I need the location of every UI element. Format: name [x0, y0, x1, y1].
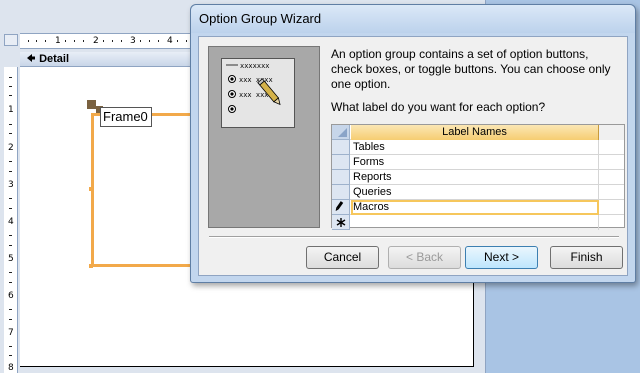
- ruler-number: 2: [8, 143, 14, 153]
- move-handle[interactable]: [87, 100, 96, 109]
- next-button[interactable]: Next >: [465, 246, 538, 269]
- ruler-number: 8: [8, 363, 14, 373]
- ruler-number: 3: [8, 180, 14, 190]
- row-selector[interactable]: [332, 155, 350, 170]
- row-selector[interactable]: [332, 140, 350, 155]
- grid-row-editing[interactable]: Macros: [332, 200, 624, 215]
- form-selector[interactable]: [4, 34, 18, 46]
- ruler-number: 6: [8, 291, 14, 301]
- grid-header-row: Label Names: [332, 125, 624, 140]
- dialog-body: xxxxxxx xxx xxxx xxx xxx An option group…: [198, 36, 628, 276]
- grid-cell[interactable]: Tables: [351, 140, 599, 155]
- ruler-number: 4: [8, 217, 14, 227]
- ruler-number: 1: [8, 105, 14, 115]
- ruler-number: 1: [55, 36, 61, 46]
- wizard-prompt: What label do you want for each option?: [331, 100, 546, 114]
- resize-handle[interactable]: [89, 264, 93, 268]
- grid-cell[interactable]: Forms: [351, 155, 599, 170]
- detail-section-label: Detail: [39, 53, 70, 65]
- dialog-title-bar[interactable]: Option Group Wizard: [191, 5, 635, 33]
- resize-handle[interactable]: [89, 187, 93, 191]
- label-names-grid[interactable]: Label Names Tables Forms Reports Queries: [331, 124, 625, 230]
- new-record-asterisk-icon: [336, 218, 346, 227]
- ruler-number: 5: [8, 254, 14, 264]
- wizard-illustration: xxxxxxx xxx xxxx xxx xxx: [208, 46, 320, 228]
- grid-row[interactable]: Queries: [332, 185, 624, 200]
- grid-cell[interactable]: [351, 215, 599, 230]
- cancel-button[interactable]: Cancel: [306, 246, 379, 269]
- section-arrow-icon: [26, 52, 36, 62]
- grid-cell[interactable]: Macros: [351, 200, 599, 215]
- column-header-label-names[interactable]: Label Names: [351, 125, 599, 140]
- corner-triangle-icon: [338, 128, 347, 137]
- grid-new-row[interactable]: [332, 215, 624, 230]
- select-all-corner[interactable]: [332, 125, 350, 140]
- grid-cell[interactable]: Queries: [351, 185, 599, 200]
- grid-row[interactable]: Reports: [332, 170, 624, 185]
- option-group-wizard-dialog: Option Group Wizard xxxxxxx xxx xxxx xxx…: [190, 4, 636, 283]
- row-selector[interactable]: [332, 215, 350, 230]
- ruler-number: 2: [93, 36, 99, 46]
- option-group-picture: xxxxxxx xxx xxxx xxx xxx: [221, 58, 295, 128]
- option-group-sample-icon: xxxxxxx xxx xxxx xxx xxx: [226, 62, 281, 113]
- grid-cell[interactable]: Reports: [351, 170, 599, 185]
- row-selector[interactable]: [332, 170, 350, 185]
- illustration-text: xxxxxxx: [240, 62, 270, 70]
- grid-row[interactable]: Forms: [332, 155, 624, 170]
- grid-header-filler: [599, 125, 624, 140]
- option-group-frame[interactable]: [91, 113, 201, 267]
- separator: [209, 236, 619, 238]
- illustration-text: xxx xxx: [239, 91, 269, 99]
- wizard-description: An option group contains a set of option…: [331, 47, 611, 91]
- ruler-number: 3: [130, 36, 136, 46]
- ruler-number: 7: [8, 328, 14, 338]
- row-selector[interactable]: [332, 185, 350, 200]
- row-selector[interactable]: [332, 200, 350, 215]
- back-button[interactable]: < Back: [388, 246, 461, 269]
- pencil-edit-icon: [335, 201, 344, 212]
- finish-button[interactable]: Finish: [550, 246, 623, 269]
- illustration-text: xxx xxxx: [239, 76, 273, 84]
- dialog-title: Option Group Wizard: [199, 11, 322, 26]
- vertical-ruler[interactable]: 1 2 3 4 5 6 7 8: [4, 67, 18, 373]
- grid-row[interactable]: Tables: [332, 140, 624, 155]
- ruler-number: 4: [167, 36, 173, 46]
- frame-label[interactable]: Frame0: [100, 107, 152, 127]
